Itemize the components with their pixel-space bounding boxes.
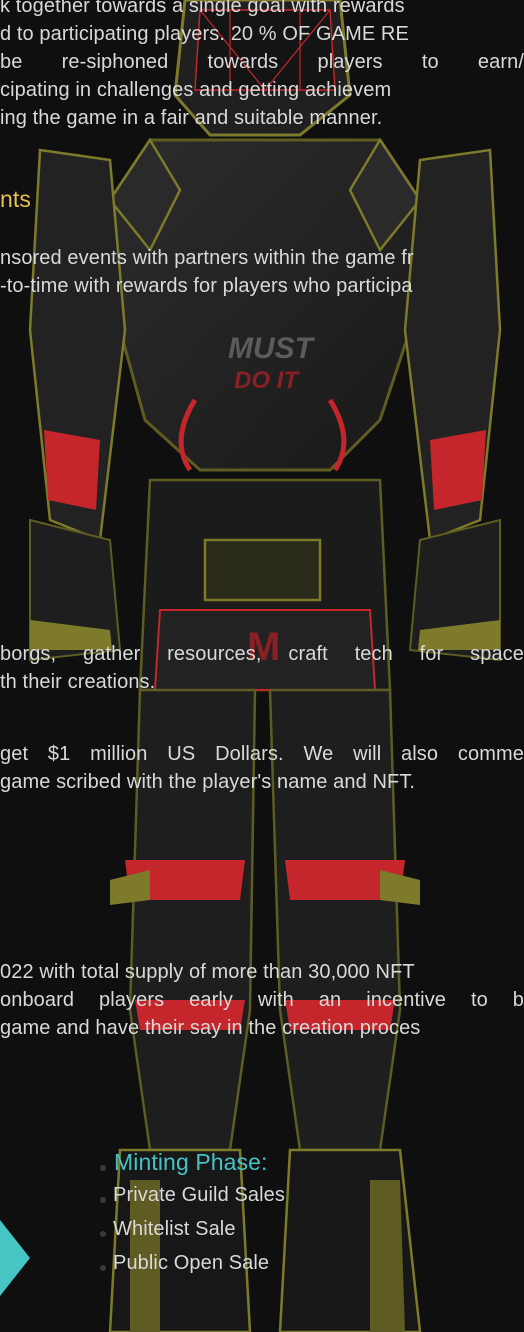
bullet-icon bbox=[100, 1265, 106, 1271]
supply-line-3: game and have their say in the creation … bbox=[0, 1017, 421, 1039]
minting-item-public-open-sale: Public Open Sale bbox=[113, 1252, 270, 1274]
intro-line-2: d to participating players. 20 % OF GAME… bbox=[0, 23, 409, 45]
supply-line-2: onboard players early with an incentive … bbox=[0, 989, 524, 1011]
events-line-2: -to-time with rewards for players who pa… bbox=[0, 275, 413, 297]
supply-line-1: 022 with total supply of more than 30,00… bbox=[0, 961, 415, 983]
intro-line-3: be re-siphoned towards players to earn/ bbox=[0, 51, 524, 73]
prize-line-2: game scribed with the player's name and … bbox=[0, 771, 416, 793]
events-line-1: nsored events with partners within the g… bbox=[0, 247, 414, 269]
intro-line-5: ing the game in a fair and suitable mann… bbox=[0, 107, 383, 129]
minting-item-private-guild-sales: Private Guild Sales bbox=[113, 1184, 285, 1206]
chest-text-must: MUST bbox=[228, 332, 316, 365]
minting-item-whitelist-sale: Whitelist Sale bbox=[113, 1218, 236, 1240]
prize-line-1: get $1 million US Dollars. We will also … bbox=[0, 743, 524, 765]
arrow-pointer-icon bbox=[0, 1220, 30, 1296]
minting-phase-title: Minting Phase: bbox=[114, 1149, 268, 1175]
intro-line-1: k together towards a single goal with re… bbox=[0, 0, 405, 17]
bullet-icon bbox=[100, 1165, 106, 1171]
chest-text-do-it: DO IT bbox=[234, 367, 300, 394]
craft-line-1: borgs, gather resources, craft tech for … bbox=[0, 643, 524, 665]
bullet-icon bbox=[100, 1197, 106, 1203]
events-heading: nts bbox=[0, 186, 31, 212]
bullet-icon bbox=[100, 1231, 106, 1237]
craft-line-2: th their creations. bbox=[0, 671, 156, 693]
intro-line-4: cipating in challenges and getting achie… bbox=[0, 79, 392, 101]
